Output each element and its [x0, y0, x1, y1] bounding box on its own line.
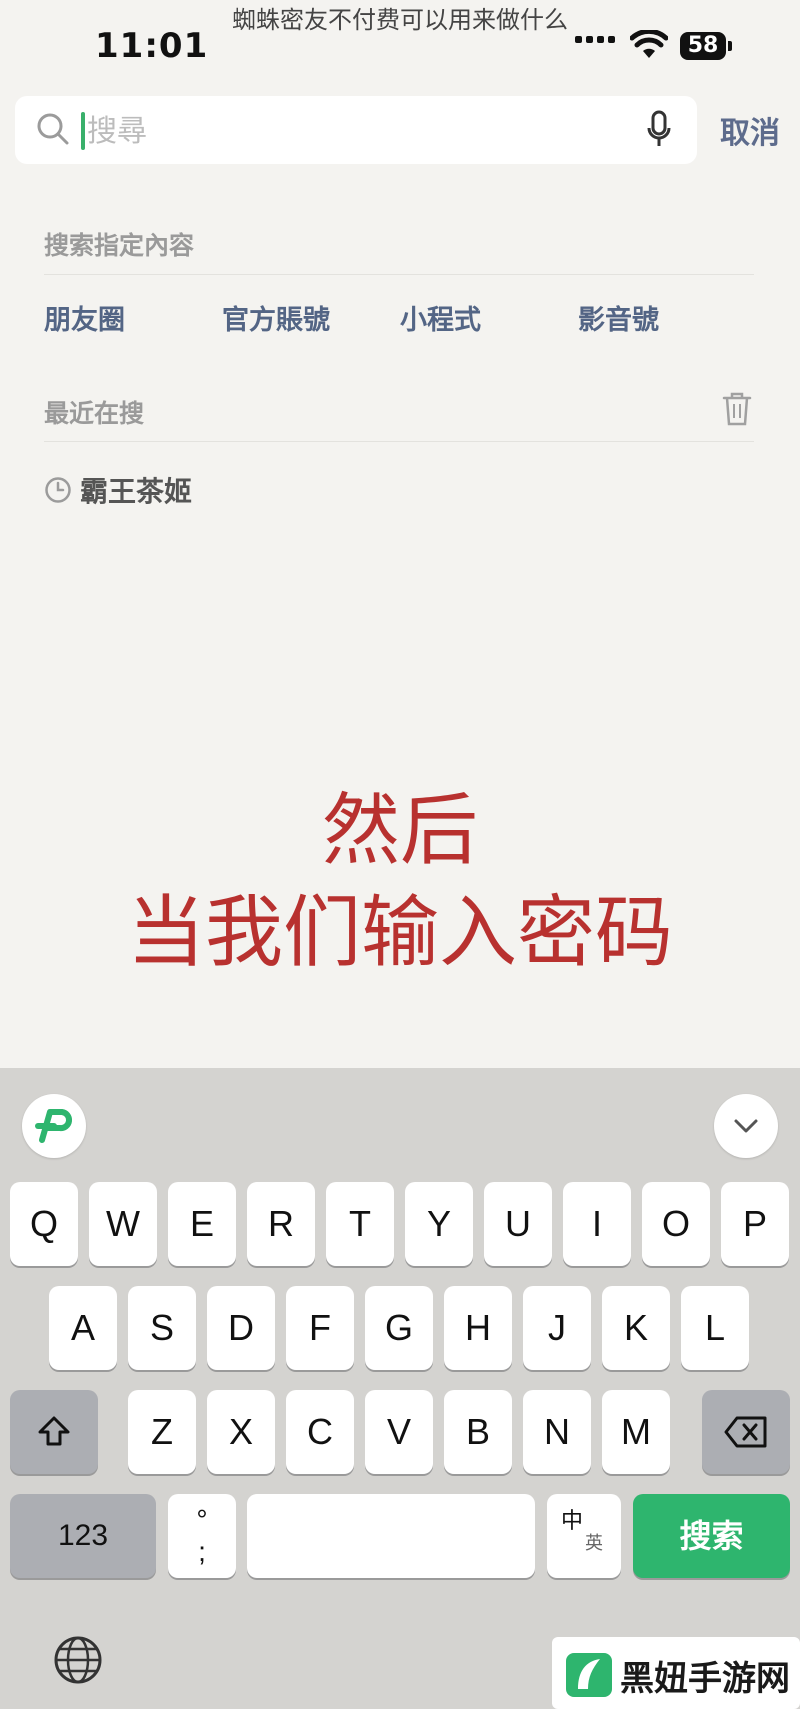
key-h[interactable]: H [444, 1286, 512, 1370]
clock-icon [45, 477, 71, 503]
wifi-icon [630, 30, 668, 58]
backspace-icon [724, 1416, 767, 1448]
key-a[interactable]: A [49, 1286, 117, 1370]
globe-icon[interactable] [52, 1634, 104, 1686]
key-n[interactable]: N [523, 1390, 591, 1474]
key-y[interactable]: Y [405, 1182, 473, 1266]
overlay-caption-line1: 然后 [321, 786, 478, 876]
numbers-key[interactable]: 123 [10, 1494, 156, 1578]
search-specific-label: 搜索指定內容 [44, 231, 195, 260]
key-j[interactable]: J [523, 1286, 591, 1370]
overlay-caption-line2: 当我们输入密码 [126, 888, 673, 978]
category-channels[interactable]: 影音號 [578, 298, 659, 337]
keyboard-app-button[interactable] [22, 1094, 86, 1158]
key-v[interactable]: V [365, 1390, 433, 1474]
category-official-accounts[interactable]: 官方賬號 [222, 298, 330, 337]
recent-searches-label: 最近在搜 [44, 399, 145, 428]
search-bar[interactable] [15, 96, 697, 164]
category-moments[interactable]: 朋友圈 [44, 298, 125, 337]
key-c[interactable]: C [286, 1390, 354, 1474]
recent-search-item[interactable]: 霸王茶姬 [44, 470, 192, 510]
key-t[interactable]: T [326, 1182, 394, 1266]
search-key[interactable]: 搜索 [633, 1494, 790, 1578]
divider [44, 274, 754, 275]
recent-search-text: 霸王茶姬 [80, 475, 193, 508]
status-time: 11:01 [95, 26, 209, 66]
watermark-text: 黑妞手游网 [620, 1659, 790, 1699]
key-r[interactable]: R [247, 1182, 315, 1266]
key-o[interactable]: O [642, 1182, 710, 1266]
key-m[interactable]: M [602, 1390, 670, 1474]
shift-arrow-icon [38, 1416, 70, 1446]
key-x[interactable]: X [207, 1390, 275, 1474]
key-p[interactable]: P [721, 1182, 789, 1266]
lang-key-primary: 中 [561, 1509, 584, 1534]
keyboard-logo-icon [35, 1109, 73, 1143]
key-q[interactable]: Q [10, 1182, 78, 1266]
collapse-keyboard-button[interactable] [714, 1094, 778, 1158]
lang-key-secondary: 英 [585, 1533, 603, 1554]
microphone-icon[interactable] [647, 110, 671, 150]
key-u[interactable]: U [484, 1182, 552, 1266]
backspace-key[interactable] [702, 1390, 790, 1474]
key-z[interactable]: Z [128, 1390, 196, 1474]
key-g[interactable]: G [365, 1286, 433, 1370]
trash-icon[interactable] [722, 392, 752, 426]
key-l[interactable]: L [681, 1286, 749, 1370]
battery-icon: 58 [680, 32, 732, 60]
key-k[interactable]: K [602, 1286, 670, 1370]
cancel-button[interactable]: 取消 [720, 108, 780, 152]
divider [44, 441, 754, 442]
punctuation-key[interactable]: ° ; [168, 1494, 236, 1578]
search-icon [37, 113, 69, 145]
space-key[interactable] [247, 1494, 535, 1578]
key-e[interactable]: E [168, 1182, 236, 1266]
key-s[interactable]: S [128, 1286, 196, 1370]
cellular-signal-icon [575, 36, 615, 43]
watermark-logo-icon [566, 1653, 612, 1697]
key-w[interactable]: W [89, 1182, 157, 1266]
watermark: 黑妞手游网 [552, 1637, 800, 1709]
key-d[interactable]: D [207, 1286, 275, 1370]
key-i[interactable]: I [563, 1182, 631, 1266]
shift-key[interactable] [10, 1390, 98, 1474]
key-b[interactable]: B [444, 1390, 512, 1474]
chevron-down-icon [734, 1119, 758, 1133]
category-mini-programs[interactable]: 小程式 [400, 298, 481, 337]
key-f[interactable]: F [286, 1286, 354, 1370]
keyboard: Q W E R T Y U I O P A S D F G H J K L Z … [0, 1068, 800, 1709]
search-input[interactable] [85, 108, 609, 154]
language-switch-key[interactable]: 中 英 [547, 1494, 621, 1578]
